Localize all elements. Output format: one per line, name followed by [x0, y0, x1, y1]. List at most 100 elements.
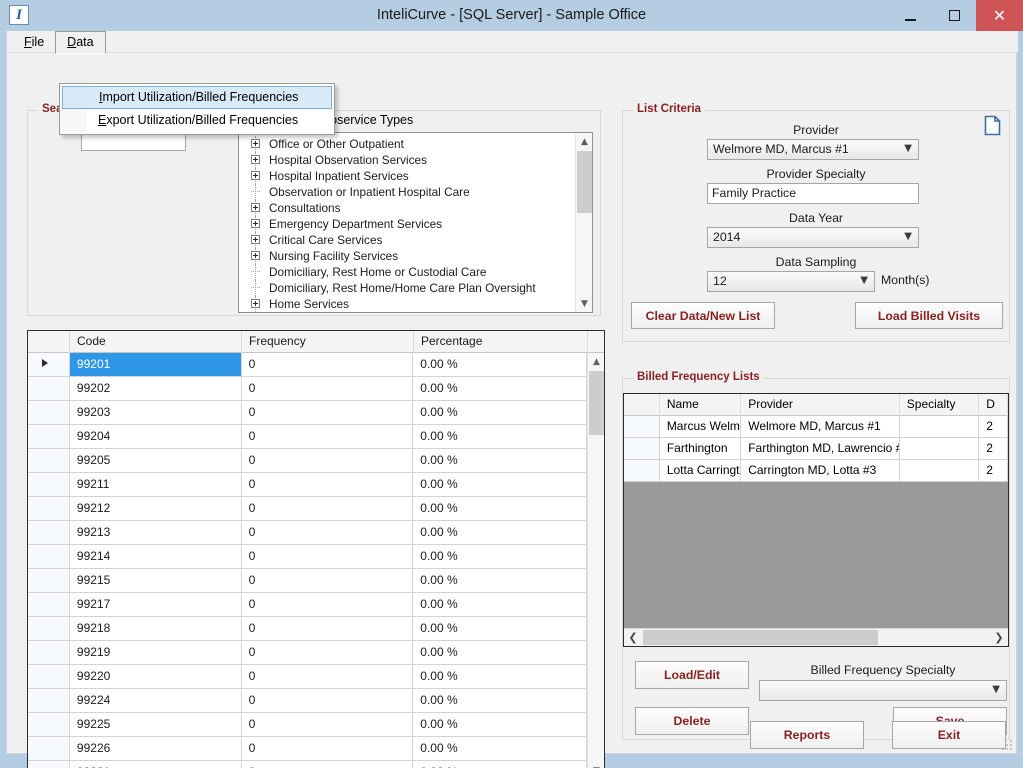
expand-plus-icon[interactable] [251, 219, 260, 228]
resize-grip[interactable] [1000, 738, 1012, 750]
bfl-scroll-thumb[interactable] [643, 630, 878, 645]
cell-percentage[interactable]: 0.00 % [413, 473, 587, 496]
row-selector-cell[interactable] [28, 353, 70, 376]
chevron-right-icon[interactable]: ❯ [990, 629, 1008, 646]
table-row[interactable]: 9922100.00 % [28, 761, 587, 768]
cell-code[interactable]: 99218 [70, 617, 242, 640]
cell-code[interactable]: 99205 [70, 449, 242, 472]
row-selector-cell[interactable] [28, 545, 70, 568]
table-row[interactable]: 99224 0 0.00 % [28, 689, 587, 713]
minimize-button[interactable] [888, 0, 932, 31]
cell-percentage[interactable]: 0.00 % [413, 641, 587, 664]
cell-frequency[interactable]: 0 [242, 425, 414, 448]
treeview-vertical-scrollbar[interactable]: ▲ ▼ [575, 133, 592, 312]
cell-date[interactable]: 2 [979, 416, 1008, 437]
chevron-up-icon[interactable]: ▲ [588, 353, 604, 370]
tree-node[interactable]: Office or Other Outpatient [239, 136, 575, 152]
table-row[interactable]: Lotta CarringtonCarrington MD, Lotta #3 2 [624, 460, 1008, 482]
row-selector-cell[interactable] [28, 377, 70, 400]
cell-percentage[interactable]: 0.00 % [413, 689, 587, 712]
expand-plus-icon[interactable] [251, 251, 260, 260]
service-type-treeview[interactable]: Office or Other Outpatient Hospital Obser… [238, 132, 593, 313]
row-selector-cell[interactable] [624, 416, 660, 437]
row-selector-cell[interactable] [28, 593, 70, 616]
cell-frequency[interactable]: 0 [242, 497, 414, 520]
cell-name[interactable]: Marcus Welmore [660, 416, 742, 437]
cell-frequency[interactable]: 0 [242, 713, 414, 736]
cell-percentage[interactable]: 0.00 % [413, 713, 587, 736]
table-row[interactable]: 99204 0 0.00 % [28, 425, 587, 449]
cell-percentage[interactable]: 0.00 % [413, 737, 587, 760]
table-row[interactable]: 99202 0 0.00 % [28, 377, 587, 401]
bfl-horizontal-scrollbar[interactable]: ❮ ❯ [624, 628, 1008, 646]
expand-plus-icon[interactable] [251, 235, 260, 244]
cell-frequency[interactable]: 0 [242, 761, 414, 768]
provider-select[interactable]: Welmore MD, Marcus #1 ▼ [707, 139, 919, 160]
cell-percentage[interactable]: 0.00 % [413, 569, 587, 592]
tree-node[interactable]: Hospital Inpatient Services [239, 168, 575, 184]
cell-percentage[interactable]: 0.00 % [413, 353, 587, 376]
billed-frequency-specialty-select[interactable]: ▼ [759, 680, 1007, 701]
table-row[interactable]: 99219 0 0.00 % [28, 641, 587, 665]
table-row[interactable]: 99225 0 0.00 % [28, 713, 587, 737]
cell-code[interactable]: 99217 [70, 593, 242, 616]
tree-leaf-icon[interactable] [251, 191, 260, 192]
cell-frequency[interactable]: 0 [242, 545, 414, 568]
cell-percentage[interactable]: 0.00 % [413, 617, 587, 640]
table-row[interactable]: FarthingtonFarthington MD, Lawrencio #65… [624, 438, 1008, 460]
cell-frequency[interactable]: 0 [242, 737, 414, 760]
row-selector-cell[interactable] [28, 713, 70, 736]
cell-specialty[interactable] [900, 460, 980, 481]
cell-frequency[interactable]: 0 [242, 641, 414, 664]
row-selector-cell[interactable] [28, 521, 70, 544]
tree-node[interactable]: Emergency Department Services [239, 216, 575, 232]
billed-frequency-lists-grid[interactable]: Name Provider Specialty D Marcus Welmore… [623, 393, 1009, 647]
cell-frequency[interactable]: 0 [242, 377, 414, 400]
clear-data-new-list-button[interactable]: Clear Data/New List [631, 302, 775, 329]
tree-node[interactable]: Critical Care Services [239, 232, 575, 248]
tree-node[interactable]: Hospital Observation Services [239, 152, 575, 168]
row-selector-cell[interactable] [28, 569, 70, 592]
row-selector-cell[interactable] [28, 401, 70, 424]
menu-item-import-utilization[interactable]: Import Utilization/Billed Frequencies [62, 86, 332, 109]
cell-provider[interactable]: Carrington MD, Lotta #3 [741, 460, 900, 481]
chevron-down-icon[interactable]: ▼ [588, 762, 604, 768]
row-selector-cell[interactable] [28, 497, 70, 520]
row-selector-cell[interactable] [624, 460, 660, 481]
expand-plus-icon[interactable] [251, 155, 260, 164]
cell-percentage[interactable]: 0.00 % [413, 761, 587, 768]
row-selector-cell[interactable] [28, 425, 70, 448]
tree-node[interactable]: Prolonged Services w/o (Face to Face) [239, 312, 575, 313]
row-selector-cell[interactable] [624, 438, 660, 459]
cell-code[interactable]: 99225 [70, 713, 242, 736]
data-sampling-select[interactable]: 12 ▼ [707, 271, 875, 292]
cell-code[interactable]: 99215 [70, 569, 242, 592]
cell-frequency[interactable]: 0 [242, 569, 414, 592]
cell-code[interactable]: 99214 [70, 545, 242, 568]
cell-percentage[interactable]: 0.00 % [413, 665, 587, 688]
cell-percentage[interactable]: 0.00 % [413, 521, 587, 544]
cell-frequency[interactable]: 0 [242, 665, 414, 688]
cell-frequency[interactable]: 0 [242, 593, 414, 616]
row-selector-cell[interactable] [28, 641, 70, 664]
cell-frequency[interactable]: 0 [242, 449, 414, 472]
cell-percentage[interactable]: 0.00 % [413, 497, 587, 520]
row-selector-cell[interactable] [28, 737, 70, 760]
cell-code[interactable]: 99224 [70, 689, 242, 712]
table-row[interactable]: 99213 0 0.00 % [28, 521, 587, 545]
row-selector-cell[interactable] [28, 665, 70, 688]
tree-node[interactable]: Nursing Facility Services [239, 248, 575, 264]
cell-percentage[interactable]: 0.00 % [413, 449, 587, 472]
cell-percentage[interactable]: 0.00 % [413, 593, 587, 616]
treeview-scroll-thumb[interactable] [577, 151, 592, 213]
cell-code[interactable]: 99201 [69, 353, 242, 376]
cell-code[interactable]: 99212 [70, 497, 242, 520]
maximize-button[interactable] [932, 0, 976, 31]
expand-plus-icon[interactable] [251, 203, 260, 212]
table-row[interactable]: 99220 0 0.00 % [28, 665, 587, 689]
cell-frequency[interactable]: 0 [242, 353, 414, 376]
chevron-down-icon[interactable]: ▼ [576, 295, 592, 312]
cell-frequency[interactable]: 0 [242, 617, 414, 640]
codes-scroll-thumb[interactable] [589, 371, 604, 435]
cell-code[interactable]: 99219 [70, 641, 242, 664]
